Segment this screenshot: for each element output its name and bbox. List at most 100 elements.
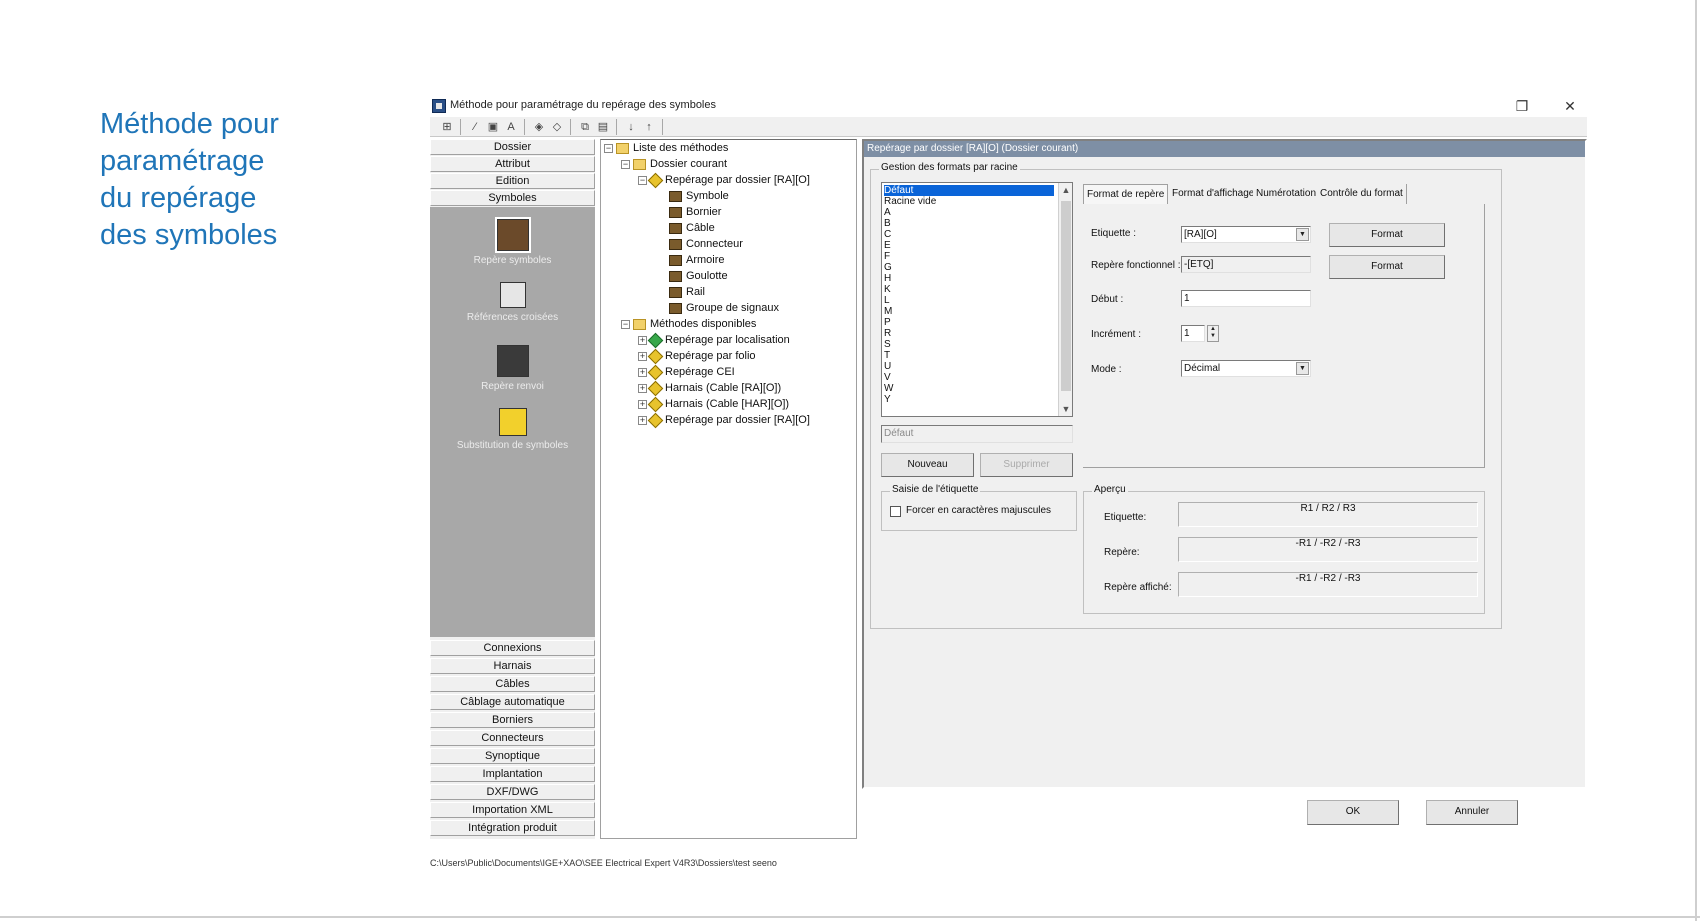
tree-child-armoire[interactable]: Armoire: [669, 253, 725, 268]
expand-icon[interactable]: +: [638, 351, 647, 361]
nav-importation-xml[interactable]: Importation XML: [430, 802, 595, 818]
nav-item-repere-renvoi[interactable]: Repère renvoi: [430, 345, 595, 392]
list-item[interactable]: M: [884, 306, 1054, 317]
expand-icon[interactable]: ◈: [530, 119, 548, 135]
ok-button[interactable]: OK: [1307, 800, 1399, 825]
mode-select[interactable]: Décimal ▼: [1181, 360, 1311, 377]
tab-format-affichage[interactable]: Format d'affichage: [1169, 184, 1259, 204]
nav-cables[interactable]: Câbles: [430, 676, 595, 692]
tree-available-harnais-har[interactable]: + Harnais (Cable [HAR][O]): [638, 396, 789, 412]
tree-available-dossier[interactable]: + Repérage par dossier [RA][O]: [638, 412, 810, 428]
nav-borniers[interactable]: Borniers: [430, 712, 595, 728]
tree-child-bornier[interactable]: Bornier: [669, 205, 721, 220]
list-item[interactable]: P: [884, 317, 1054, 328]
etiquette-format-button[interactable]: Format: [1329, 223, 1445, 247]
tree-child-groupe-signaux[interactable]: Groupe de signaux: [669, 301, 779, 316]
expand-icon[interactable]: +: [638, 367, 647, 377]
tree-available-folder[interactable]: − Méthodes disponibles: [621, 317, 756, 332]
tree-current-folder[interactable]: − Dossier courant: [621, 157, 727, 172]
collapse-icon[interactable]: ◇: [548, 119, 566, 135]
nav-connexions[interactable]: Connexions: [430, 640, 595, 656]
chevron-down-icon[interactable]: ▼: [1296, 228, 1309, 241]
tree-available-folio[interactable]: + Repérage par folio: [638, 348, 756, 364]
roots-scrollbar[interactable]: ▲ ▼: [1058, 183, 1072, 416]
nav-connecteurs[interactable]: Connecteurs: [430, 730, 595, 746]
list-item[interactable]: E: [884, 240, 1054, 251]
chevron-down-icon[interactable]: ▼: [1296, 362, 1309, 375]
tab-controle-format[interactable]: Contrôle du format: [1317, 184, 1407, 204]
list-item[interactable]: T: [884, 350, 1054, 361]
cancel-button[interactable]: Annuler: [1426, 800, 1518, 825]
repere-fonctionnel-field[interactable]: -[ETQ]: [1181, 256, 1311, 273]
nav-edition[interactable]: Edition: [430, 173, 595, 189]
list-item[interactable]: Y: [884, 394, 1054, 405]
nav-attribut[interactable]: Attribut: [430, 156, 595, 172]
tree-child-rail[interactable]: Rail: [669, 285, 705, 300]
close-icon[interactable]: ✕: [1555, 95, 1585, 117]
collapse-icon[interactable]: −: [604, 143, 613, 153]
tree-available-harnais-ra[interactable]: + Harnais (Cable [RA][O]): [638, 380, 781, 396]
tree-child-connecteur[interactable]: Connecteur: [669, 237, 743, 252]
expand-icon[interactable]: +: [638, 383, 647, 393]
list-item[interactable]: S: [884, 339, 1054, 350]
expand-icon[interactable]: +: [638, 335, 647, 345]
list-item[interactable]: A: [884, 207, 1054, 218]
tree-current-method[interactable]: − Repérage par dossier [RA][O]: [638, 172, 810, 188]
tab-format-repere[interactable]: Format de repère: [1083, 184, 1169, 204]
move-down-icon[interactable]: ↓: [622, 119, 640, 135]
debut-input[interactable]: 1: [1181, 290, 1311, 307]
list-item[interactable]: L: [884, 295, 1054, 306]
edit-icon[interactable]: ⁄: [466, 119, 484, 135]
nav-harnais[interactable]: Harnais: [430, 658, 595, 674]
nav-cablage-automatique[interactable]: Câblage automatique: [430, 694, 595, 710]
list-item[interactable]: K: [884, 284, 1054, 295]
tree-available-localisation[interactable]: + Repérage par localisation: [638, 332, 790, 348]
nav-item-repere-symboles[interactable]: Repère symboles: [430, 217, 595, 266]
nav-dxf-dwg[interactable]: DXF/DWG: [430, 784, 595, 800]
nav-dossier[interactable]: Dossier: [430, 139, 595, 155]
restore-icon[interactable]: ❐: [1507, 95, 1537, 117]
tree-available-cei[interactable]: + Repérage CEI: [638, 364, 735, 380]
list-item[interactable]: H: [884, 273, 1054, 284]
list-item[interactable]: B: [884, 218, 1054, 229]
list-item[interactable]: G: [884, 262, 1054, 273]
collapse-icon[interactable]: −: [621, 159, 630, 169]
nav-synoptique[interactable]: Synoptique: [430, 748, 595, 764]
list-item[interactable]: R: [884, 328, 1054, 339]
nav-implantation[interactable]: Implantation: [430, 766, 595, 782]
force-uppercase-checkbox[interactable]: [890, 506, 901, 517]
root-name-input[interactable]: Défaut: [881, 425, 1073, 443]
nav-integration-produit[interactable]: Intégration produit: [430, 820, 595, 836]
tree-child-cable[interactable]: Câble: [669, 221, 715, 236]
tree-child-goulotte[interactable]: Goulotte: [669, 269, 728, 284]
copy-icon[interactable]: ⧉: [576, 119, 594, 135]
list-item[interactable]: Racine vide: [884, 196, 1054, 207]
nav-item-references-croisees[interactable]: Références croisées: [430, 282, 595, 323]
image-icon[interactable]: ▣: [484, 119, 502, 135]
expand-icon[interactable]: +: [638, 399, 647, 409]
increment-input[interactable]: 1: [1181, 325, 1205, 342]
list-item[interactable]: F: [884, 251, 1054, 262]
collapse-icon[interactable]: −: [621, 319, 630, 329]
repere-format-button[interactable]: Format: [1329, 255, 1445, 279]
list-item[interactable]: W: [884, 383, 1054, 394]
nav-item-substitution[interactable]: Substitution de symboles: [430, 408, 595, 451]
delete-root-button[interactable]: Supprimer: [980, 453, 1073, 477]
scroll-down-icon[interactable]: ▼: [1059, 402, 1073, 416]
tree-tool-icon[interactable]: ⊞: [438, 119, 456, 135]
etiquette-combo[interactable]: [RA][O] ▼: [1181, 226, 1311, 243]
increment-stepper[interactable]: ▲ ▼: [1207, 325, 1219, 342]
collapse-icon[interactable]: −: [638, 175, 647, 185]
tree-child-symbole[interactable]: Symbole: [669, 189, 729, 204]
list-item[interactable]: V: [884, 372, 1054, 383]
move-up-icon[interactable]: ↑: [640, 119, 658, 135]
tab-numerotation[interactable]: Numérotation: [1253, 184, 1321, 204]
list-item[interactable]: U: [884, 361, 1054, 372]
tree-root[interactable]: − Liste des méthodes: [604, 141, 728, 156]
text-size-icon[interactable]: A: [502, 119, 520, 135]
list-item[interactable]: C: [884, 229, 1054, 240]
scroll-thumb[interactable]: [1061, 201, 1071, 391]
scroll-up-icon[interactable]: ▲: [1059, 183, 1073, 197]
nav-symboles[interactable]: Symboles: [430, 190, 595, 206]
paste-icon[interactable]: ▤: [594, 119, 612, 135]
